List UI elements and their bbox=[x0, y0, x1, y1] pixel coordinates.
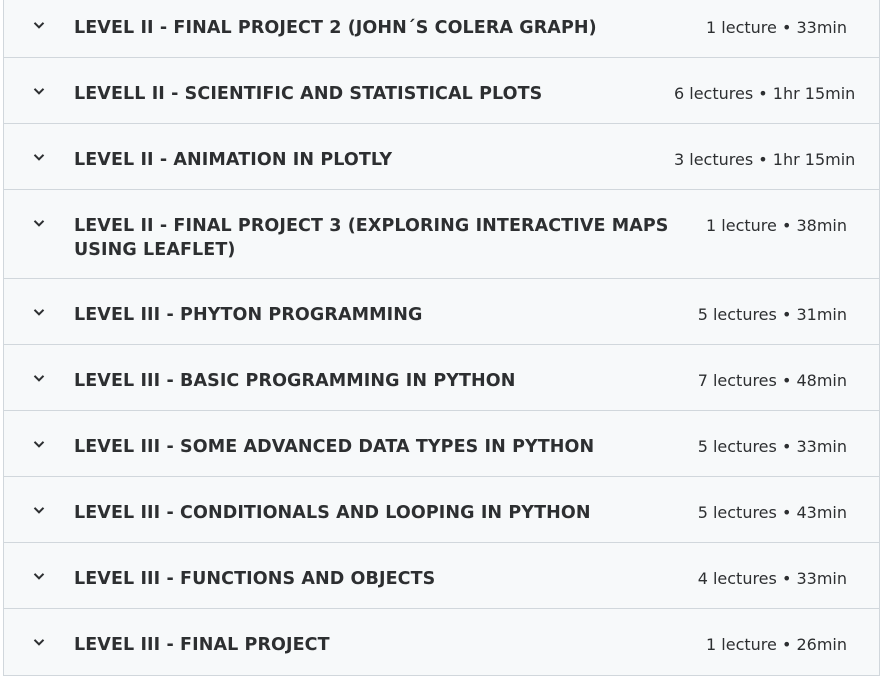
section-header[interactable]: LEVEL II - ANIMATION IN PLOTLY 3 lecture… bbox=[4, 124, 879, 190]
section-meta: 1 lecture • 26min bbox=[706, 635, 847, 654]
chevron-down-icon bbox=[4, 16, 74, 32]
chevron-down-icon bbox=[4, 369, 74, 385]
section-title: LEVEL II - ANIMATION IN PLOTLY bbox=[74, 150, 393, 170]
chevron-down-icon bbox=[4, 501, 74, 517]
section-title: LEVEL III - SOME ADVANCED DATA TYPES IN … bbox=[74, 437, 595, 457]
section-meta: 5 lectures • 43min bbox=[697, 503, 847, 522]
chevron-down-icon bbox=[4, 567, 74, 583]
chevron-down-icon bbox=[4, 82, 74, 98]
section-header[interactable]: LEVEL III - FUNCTIONS AND OBJECTS 4 lect… bbox=[4, 543, 879, 609]
section-header[interactable]: LEVELL II - SCIENTIFIC AND STATISTICAL P… bbox=[4, 58, 879, 124]
chevron-down-icon bbox=[4, 148, 74, 164]
chevron-down-icon bbox=[4, 214, 74, 230]
section-title: LEVEL III - BASIC PROGRAMMING IN PYTHON bbox=[74, 371, 516, 391]
section-title: LEVEL III - CONDITIONALS AND LOOPING IN … bbox=[74, 503, 591, 523]
chevron-down-icon bbox=[4, 633, 74, 649]
section-header[interactable]: LEVEL III - CONDITIONALS AND LOOPING IN … bbox=[4, 477, 879, 543]
section-header[interactable]: LEVEL III - FINAL PROJECT 1 lecture • 26… bbox=[4, 609, 879, 675]
section-header[interactable]: LEVEL III - SOME ADVANCED DATA TYPES IN … bbox=[4, 411, 879, 477]
section-header[interactable]: LEVEL III - BASIC PROGRAMMING IN PYTHON … bbox=[4, 345, 879, 411]
curriculum-section-list: LEVEL II - FINAL PROJECT 2 (JOHN´S COLER… bbox=[3, 0, 880, 676]
section-header[interactable]: LEVEL II - FINAL PROJECT 3 (EXPLORING IN… bbox=[4, 190, 879, 279]
section-title: LEVEL III - FINAL PROJECT bbox=[74, 635, 330, 655]
section-meta: 4 lectures • 33min bbox=[697, 569, 847, 588]
chevron-down-icon bbox=[4, 303, 74, 319]
section-meta: 5 lectures • 33min bbox=[697, 437, 847, 456]
section-meta: 5 lectures • 31min bbox=[697, 305, 847, 324]
section-title: LEVEL III - FUNCTIONS AND OBJECTS bbox=[74, 569, 436, 589]
section-title: LEVELL II - SCIENTIFIC AND STATISTICAL P… bbox=[74, 84, 543, 104]
section-meta: 1 lecture • 38min bbox=[706, 216, 847, 235]
section-header[interactable]: LEVEL III - PHYTON PROGRAMMING 5 lecture… bbox=[4, 279, 879, 345]
section-title: LEVEL III - PHYTON PROGRAMMING bbox=[74, 305, 423, 325]
section-meta: 7 lectures • 48min bbox=[697, 371, 847, 390]
section-meta: 6 lectures • 1hr 15min bbox=[674, 84, 856, 103]
section-header[interactable]: LEVEL II - FINAL PROJECT 2 (JOHN´S COLER… bbox=[4, 0, 879, 58]
section-meta: 3 lectures • 1hr 15min bbox=[674, 150, 856, 169]
section-meta: 1 lecture • 33min bbox=[706, 18, 847, 37]
chevron-down-icon bbox=[4, 435, 74, 451]
section-title: LEVEL II - FINAL PROJECT 3 (EXPLORING IN… bbox=[74, 216, 669, 260]
section-title: LEVEL II - FINAL PROJECT 2 (JOHN´S COLER… bbox=[74, 18, 597, 38]
